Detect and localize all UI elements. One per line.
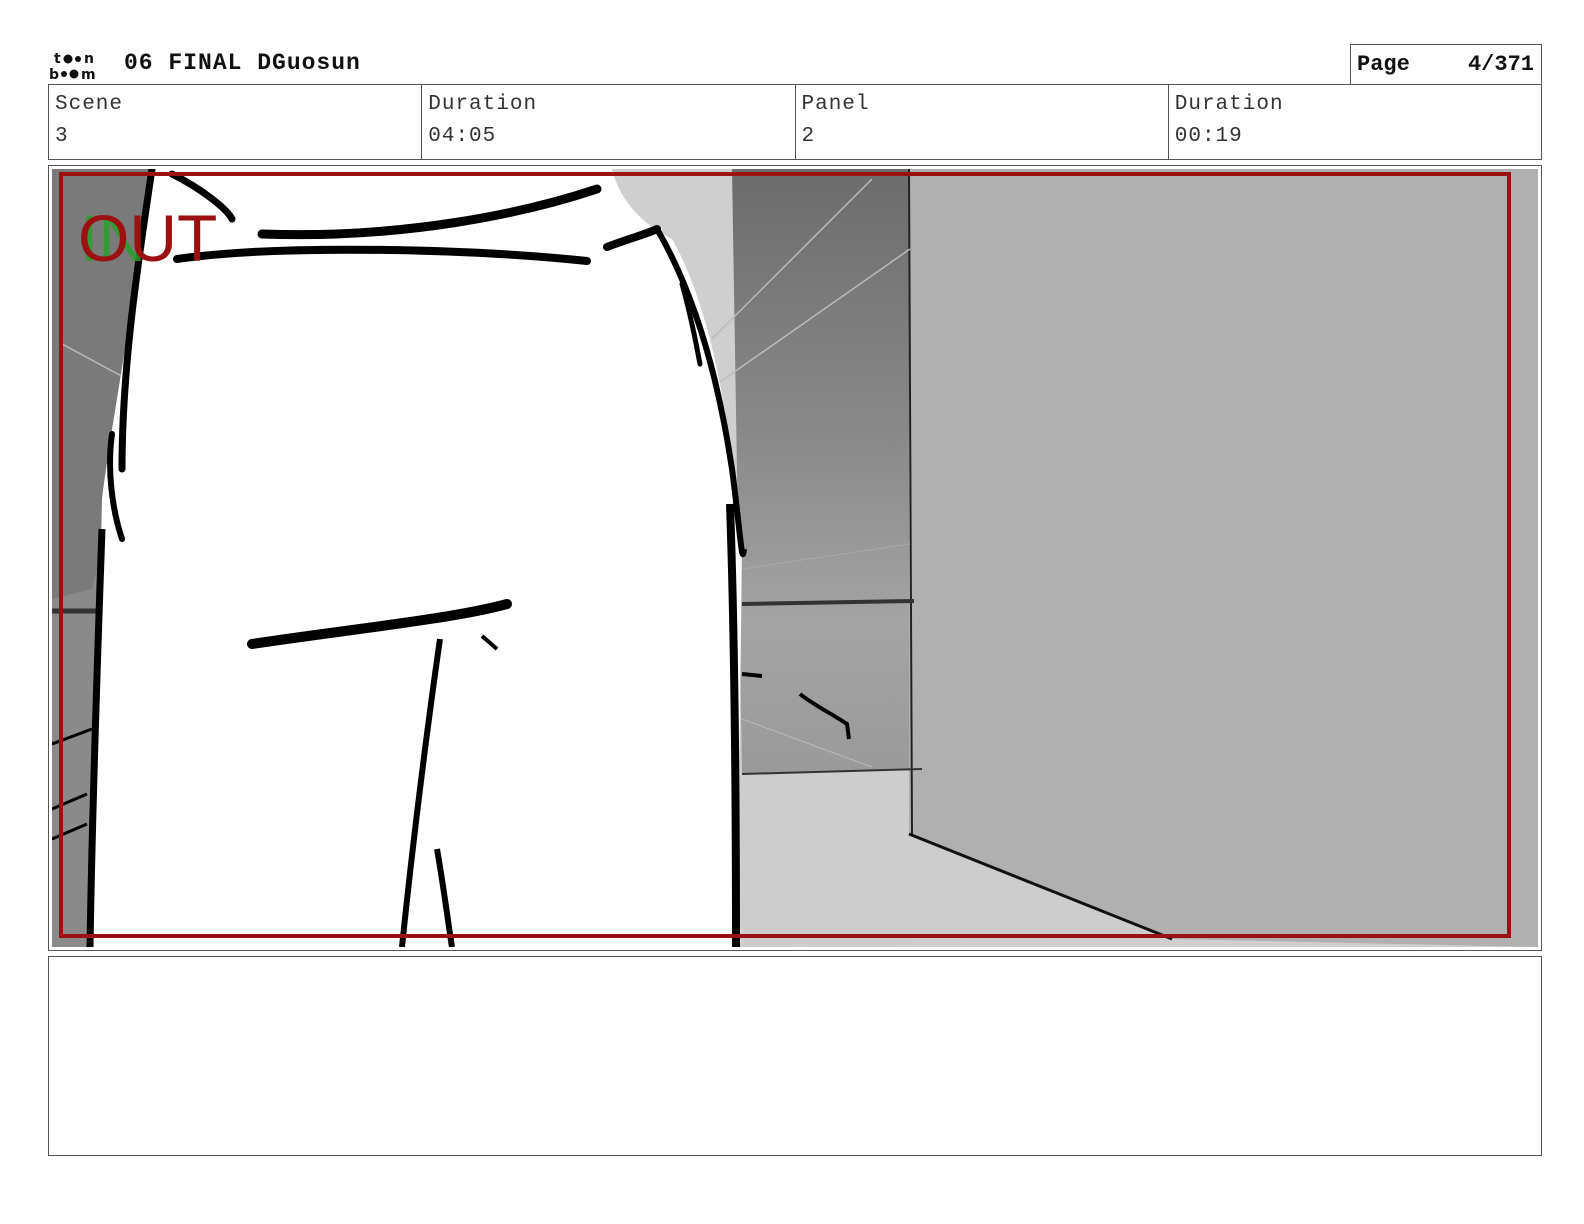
- page-label: Page: [1357, 52, 1410, 77]
- panel-drawing: IN OUT: [52, 169, 1538, 947]
- toonboom-logo-icon: t n b m: [49, 51, 96, 80]
- panel-cell: Panel 2: [796, 85, 1169, 159]
- project-title: 06 FINAL DGuosun: [124, 50, 361, 76]
- out-overlay-text: OUT: [78, 201, 217, 275]
- svg-text:m: m: [81, 67, 96, 80]
- storyboard-header: t n b m 06 FINAL DGuosun Page 4/371: [48, 44, 1542, 85]
- page-indicator: Page 4/371: [1350, 44, 1542, 85]
- panel-duration-label: Duration: [1174, 93, 1284, 116]
- svg-text:b: b: [49, 67, 59, 80]
- panel-value: 2: [801, 125, 816, 148]
- scene-duration-value: 04:05: [428, 125, 497, 148]
- scene-value: 3: [55, 125, 69, 148]
- scene-cell: Scene 3: [49, 85, 423, 159]
- svg-text:t: t: [54, 51, 61, 67]
- scene-duration-label: Duration: [428, 93, 538, 116]
- panel-duration-cell: Duration 00:19: [1169, 85, 1541, 159]
- scene-label: Scene: [55, 93, 124, 116]
- panel-duration-value: 00:19: [1174, 125, 1243, 148]
- svg-text:n: n: [84, 51, 94, 67]
- storyboard-panel: IN OUT: [48, 165, 1542, 951]
- page-number: 4/371: [1467, 52, 1534, 77]
- panel-notes-box[interactable]: [48, 956, 1542, 1156]
- panel-label: Panel: [801, 93, 870, 116]
- scene-info-row: Scene 3 Duration 04:05 Panel 2 Duration …: [48, 84, 1542, 160]
- scene-duration-cell: Duration 04:05: [422, 85, 796, 159]
